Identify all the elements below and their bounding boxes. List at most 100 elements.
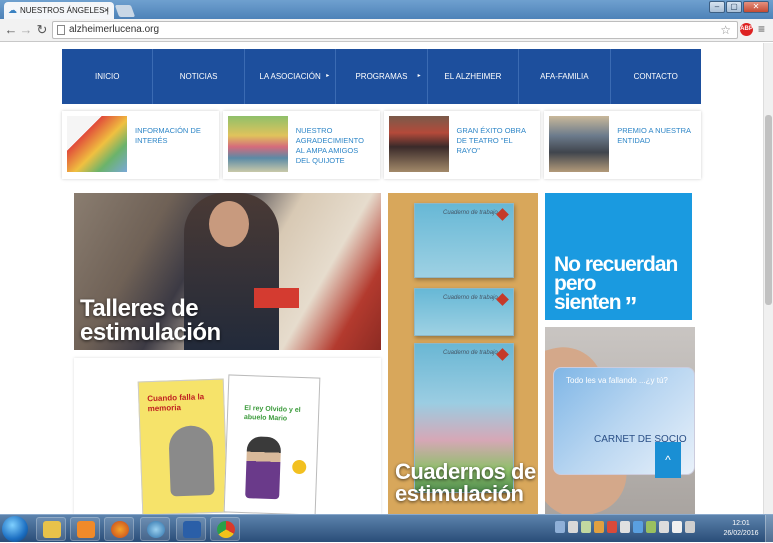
no-recuerdan-tile[interactable]: No recuerdan pero sienten” xyxy=(545,193,692,320)
nav-item-label: LA ASOCIACIÓN xyxy=(259,72,321,81)
volume-icon[interactable] xyxy=(685,521,695,533)
news-thumbnail[interactable] xyxy=(549,116,610,172)
book-cover-rey-olvido: El rey Olvido y el abuelo Mario xyxy=(223,374,321,514)
scrollbar-thumb[interactable] xyxy=(765,115,772,305)
back-to-top-button[interactable]: ^ xyxy=(655,442,681,478)
news-card-title[interactable]: NUESTRO AGRADECIMIENTO AL AMPA AMIGOS DE… xyxy=(296,116,375,166)
browser-menu-icon[interactable]: ≡ xyxy=(758,22,765,36)
nav-item-la-asociacion[interactable]: LA ASOCIACIÓN ▸ xyxy=(245,49,337,104)
book-cover-cuando-falla: Cuando falla la memoria xyxy=(137,378,229,514)
reload-icon[interactable]: ↻ xyxy=(34,22,50,38)
tray-app-icon[interactable] xyxy=(646,521,656,533)
media-player-taskbar-button[interactable] xyxy=(70,517,100,541)
tray-app-icon[interactable] xyxy=(607,521,617,533)
submenu-caret-icon: ▸ xyxy=(326,73,330,79)
network-icon[interactable] xyxy=(659,521,669,533)
news-thumbnail[interactable] xyxy=(388,116,449,172)
browser-toolbar: ← → ↻ alzheimerlucena.org ☆ ABP ≡ xyxy=(0,19,773,42)
media-player-icon xyxy=(77,521,95,538)
flag-icon[interactable] xyxy=(672,521,682,533)
news-thumbnail[interactable] xyxy=(227,116,288,172)
news-card[interactable]: NUESTRO AGRADECIMIENTO AL AMPA AMIGOS DE… xyxy=(222,111,380,179)
forward-arrow-icon[interactable]: → xyxy=(18,22,34,38)
tray-app-icon[interactable] xyxy=(568,521,578,533)
start-button[interactable] xyxy=(2,516,28,542)
cuadernos-line1: Cuadernos de xyxy=(395,459,536,484)
talleres-tile[interactable]: Talleres de estimulación xyxy=(74,193,381,350)
carnet-socio-tile[interactable]: Todo les va fallando ...¿y tú? CARNET DE… xyxy=(545,327,695,514)
maple-leaf-icon xyxy=(496,293,509,306)
cover2-title: El rey Olvido y el abuelo Mario xyxy=(243,405,301,423)
photo-red-box xyxy=(254,288,299,308)
news-card[interactable]: PREMIO A NUESTRA ENTIDAD xyxy=(544,111,701,179)
messenger-taskbar-button[interactable] xyxy=(140,517,170,541)
cover1-title: Cuando falla la memoria xyxy=(147,392,205,414)
talleres-line1: Talleres de xyxy=(80,295,199,322)
minimize-button[interactable]: – xyxy=(709,1,725,13)
window-controls: – ▢ ✕ xyxy=(709,1,769,13)
maple-leaf-icon xyxy=(496,208,509,221)
nav-item-label: AFA-FAMILIA xyxy=(540,72,589,81)
news-thumbnail[interactable] xyxy=(67,116,127,172)
maximize-button[interactable]: ▢ xyxy=(726,1,742,13)
news-card-title[interactable]: GRAN ÉXITO OBRA DE TEATRO "EL RAYO" xyxy=(457,116,536,156)
windows-taskbar: 12:01 26/02/2016 xyxy=(0,514,773,543)
chrome-icon xyxy=(217,521,235,538)
cuadernos-tile[interactable]: Cuaderno de trabajo Cuaderno de trabajo … xyxy=(388,193,538,514)
tray-app-icon[interactable] xyxy=(633,521,643,533)
back-arrow-icon[interactable]: ← xyxy=(3,22,19,38)
chrome-taskbar-button[interactable] xyxy=(210,517,240,541)
web-page: INICIO NOTICIAS LA ASOCIACIÓN ▸ PROGRAMAS… xyxy=(0,43,763,514)
explorer-taskbar-button[interactable] xyxy=(36,517,66,541)
brain-illustration xyxy=(168,424,215,497)
news-card-title[interactable]: PREMIO A NUESTRA ENTIDAD xyxy=(617,116,696,146)
browser-tab[interactable]: ☁ NUESTROS ÁNGELES | × xyxy=(4,2,114,19)
url-text: alzheimerlucena.org xyxy=(69,24,160,35)
news-card[interactable]: INFORMACIÓN DE INTERÉS xyxy=(62,111,219,179)
firefox-taskbar-button[interactable] xyxy=(104,517,134,541)
word-icon xyxy=(183,521,201,538)
flower-illustration xyxy=(292,459,307,475)
news-card-title[interactable]: INFORMACIÓN DE INTERÉS xyxy=(135,116,214,146)
tray-app-icon[interactable] xyxy=(620,521,630,533)
notebook-cover: Cuaderno de trabajo xyxy=(414,288,514,336)
nav-item-label: PROGRAMAS xyxy=(355,72,408,81)
close-window-button[interactable]: ✕ xyxy=(743,1,769,13)
nav-item-programas[interactable]: PROGRAMAS ▸ xyxy=(336,49,428,104)
nav-item-inicio[interactable]: INICIO xyxy=(62,49,154,104)
nav-item-label: CONTACTO xyxy=(633,72,678,81)
address-bar[interactable]: alzheimerlucena.org ☆ xyxy=(52,21,738,39)
member-card-tagline: Todo les va fallando ...¿y tú? xyxy=(566,376,668,385)
cuadernos-line2: estimulación xyxy=(395,481,524,506)
tray-app-icon[interactable] xyxy=(594,521,604,533)
submenu-caret-icon: ▸ xyxy=(417,73,421,79)
photo-head xyxy=(209,201,249,247)
nav-item-afa-familia[interactable]: AFA-FAMILIA xyxy=(519,49,611,104)
nav-item-contacto[interactable]: CONTACTO xyxy=(611,49,701,104)
folder-icon xyxy=(43,521,61,538)
nav-item-label: NOTICIAS xyxy=(179,72,218,81)
tray-app-icon[interactable] xyxy=(555,521,565,533)
page-icon xyxy=(57,25,65,35)
talleres-heading: Talleres de estimulación xyxy=(80,297,221,345)
word-taskbar-button[interactable] xyxy=(176,517,206,541)
notebook-title: Cuaderno de trabajo xyxy=(443,295,498,301)
tab-title: NUESTROS ÁNGELES | xyxy=(20,6,109,15)
tab-close-icon[interactable]: × xyxy=(104,5,109,15)
clock-time: 12:01 xyxy=(732,520,750,527)
firefox-icon xyxy=(111,521,129,538)
page-scrollbar[interactable] xyxy=(763,43,773,514)
cuando-falla-tile[interactable]: Cuando falla la memoria El rey Olvido y … xyxy=(74,358,381,514)
quote-mark-icon: ” xyxy=(624,291,638,321)
nav-item-noticias[interactable]: NOTICIAS xyxy=(153,49,245,104)
adblock-extension-icon[interactable]: ABP xyxy=(740,23,753,36)
news-card[interactable]: GRAN ÉXITO OBRA DE TEATRO "EL RAYO" xyxy=(383,111,541,179)
nav-item-el-alzheimer[interactable]: EL ALZHEIMER xyxy=(428,49,520,104)
new-tab-button[interactable] xyxy=(114,5,136,17)
bookmark-star-icon[interactable]: ☆ xyxy=(720,22,731,38)
notebook-title: Cuaderno de trabajo xyxy=(443,210,498,216)
tray-app-icon[interactable] xyxy=(581,521,591,533)
show-desktop-button[interactable] xyxy=(765,515,773,543)
talleres-line2: estimulación xyxy=(80,319,221,346)
system-clock[interactable]: 12:01 26/02/2016 xyxy=(721,519,761,539)
